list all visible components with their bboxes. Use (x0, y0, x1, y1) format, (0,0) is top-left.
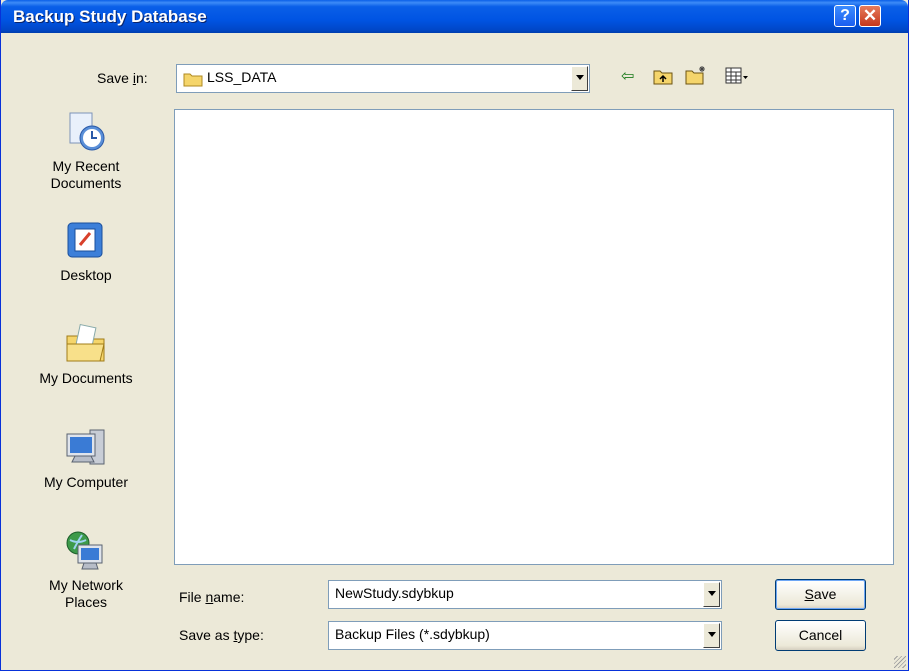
place-my-network-places[interactable]: My Network Places (8, 529, 164, 611)
title-bar[interactable]: Backup Study Database ? ✕ (1, 0, 908, 33)
resize-grip-icon[interactable] (894, 656, 906, 668)
chevron-down-icon[interactable] (703, 582, 720, 607)
save-in-dropdown[interactable]: LSS_DATA (176, 64, 590, 93)
place-my-documents[interactable]: My Documents (8, 322, 164, 387)
place-my-recent-documents[interactable]: My Recent Documents (8, 110, 164, 192)
places-bar: My Recent Documents Desktop My Documents (8, 104, 164, 655)
my-computer-icon (66, 429, 105, 465)
desktop-icon (67, 222, 103, 258)
place-desktop[interactable]: Desktop (8, 219, 164, 284)
help-icon: ? (840, 7, 850, 24)
chevron-down-icon[interactable] (703, 623, 720, 648)
folder-icon (183, 73, 203, 87)
help-button[interactable]: ? (834, 5, 856, 27)
window-title: Backup Study Database (13, 7, 207, 26)
close-button[interactable]: ✕ (859, 5, 881, 27)
close-icon: ✕ (862, 6, 878, 25)
save-as-type-label: Save as type: (179, 627, 264, 643)
save-button[interactable]: Save (775, 579, 866, 610)
new-folder-icon[interactable] (685, 65, 707, 85)
place-my-computer[interactable]: My Computer (8, 426, 164, 491)
file-list[interactable] (174, 109, 894, 565)
save-as-type-dropdown[interactable]: Backup Files (*.sdybkup) (328, 621, 722, 650)
save-in-value: LSS_DATA (207, 69, 277, 85)
file-name-value: NewStudy.sdybkup (335, 585, 454, 601)
save-as-type-value: Backup Files (*.sdybkup) (335, 626, 490, 642)
save-dialog: Backup Study Database ? ✕ Save in: LSS_D… (0, 0, 909, 671)
my-documents-icon (66, 323, 105, 362)
view-menu-icon[interactable] (725, 67, 749, 85)
file-name-label: File name: (179, 589, 245, 605)
back-icon[interactable]: ⇦ (621, 66, 634, 86)
cancel-button[interactable]: Cancel (775, 620, 866, 651)
recent-documents-icon (69, 112, 105, 151)
network-places-icon (66, 531, 103, 570)
save-in-label: Save in: (97, 70, 148, 86)
chevron-down-icon[interactable] (571, 66, 588, 91)
file-name-field[interactable]: NewStudy.sdybkup (328, 580, 722, 609)
up-folder-icon[interactable] (653, 67, 673, 85)
